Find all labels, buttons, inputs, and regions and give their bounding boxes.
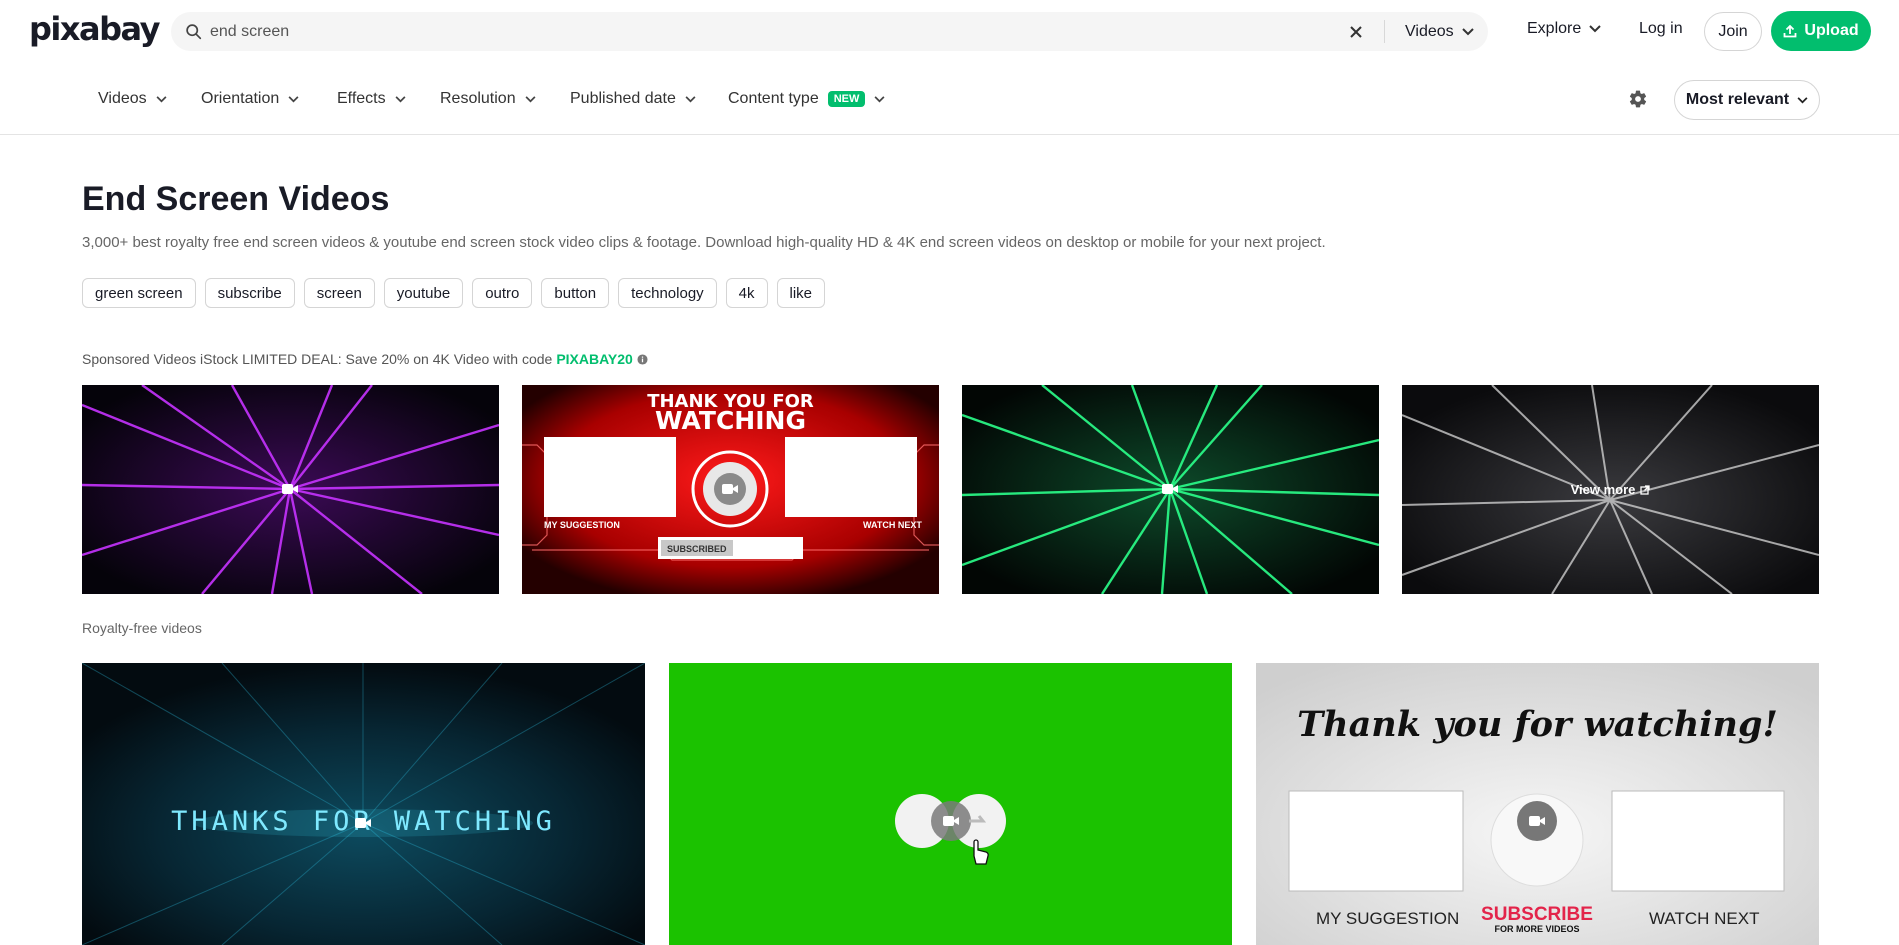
chevron-down-icon — [1589, 25, 1601, 33]
top-header: pixabay Videos Explore Log in Join Uploa… — [0, 0, 1899, 62]
chevron-down-icon — [1797, 97, 1808, 104]
sponsored-video-thumb[interactable] — [962, 385, 1379, 594]
filter-orientation[interactable]: Orientation — [201, 90, 299, 108]
chevron-down-icon — [525, 96, 536, 103]
new-badge: NEW — [828, 91, 866, 107]
page-title: End Screen Videos — [82, 180, 389, 219]
filter-label: Published date — [570, 90, 676, 108]
search-icon — [185, 23, 202, 40]
watch-next-label: WATCH NEXT — [863, 520, 922, 530]
promo-code[interactable]: PIXABAY20 — [556, 351, 633, 367]
chevron-down-icon — [685, 96, 696, 103]
join-button[interactable]: Join — [1704, 12, 1762, 51]
info-icon[interactable] — [637, 354, 648, 365]
filter-effects[interactable]: Effects — [337, 90, 406, 108]
video-thumb[interactable]: Thank you for watching! MY SUGGESTION SU… — [1256, 663, 1819, 945]
chevron-down-icon — [395, 96, 406, 103]
tag-chip[interactable]: subscribe — [205, 278, 295, 308]
sponsored-text: Sponsored Videos iStock LIMITED DEAL: Sa… — [82, 351, 552, 367]
tag-chip[interactable]: technology — [618, 278, 717, 308]
sponsored-banner: Sponsored Videos iStock LIMITED DEAL: Sa… — [82, 351, 648, 367]
close-icon[interactable] — [1347, 23, 1365, 41]
tag-chip[interactable]: like — [777, 278, 826, 308]
video-thumb[interactable]: THANKS FOR WATCHING — [82, 663, 645, 945]
green-screen-buttons — [669, 663, 1232, 945]
view-more-link[interactable]: View more — [1402, 385, 1819, 594]
my-suggestion-label: MY SUGGESTION — [1316, 909, 1459, 929]
tag-chip[interactable]: green screen — [82, 278, 196, 308]
chevron-down-icon — [288, 96, 299, 103]
neon-tunnel-background — [82, 663, 645, 945]
thank-you-title: Thank you for watching! — [1256, 704, 1819, 745]
search-divider — [1384, 20, 1385, 43]
filter-published-date[interactable]: Published date — [570, 90, 696, 108]
upload-label: Upload — [1804, 22, 1858, 40]
explore-label: Explore — [1527, 20, 1581, 38]
filter-label: Resolution — [440, 90, 516, 108]
tag-chip[interactable]: screen — [304, 278, 375, 308]
video-camera-icon — [1162, 482, 1178, 496]
my-suggestion-label: MY SUGGESTION — [544, 520, 620, 530]
explore-menu[interactable]: Explore — [1527, 20, 1601, 38]
watch-next-label: WATCH NEXT — [1649, 909, 1760, 929]
end-screen-title-line2: WATCHING — [522, 406, 939, 435]
sponsored-video-thumb[interactable]: THANK YOU FOR WATCHING MY SUGGESTION WAT… — [522, 385, 939, 594]
search-input[interactable] — [210, 12, 1260, 51]
tag-chip[interactable]: 4k — [726, 278, 768, 308]
filter-bar: Videos Orientation Effects Resolution Pu… — [0, 62, 1899, 135]
subscribe-label: SUBSCRIBE — [1467, 904, 1607, 926]
sort-dropdown[interactable]: Most relevant — [1674, 80, 1820, 120]
filter-label: Effects — [337, 90, 386, 108]
video-camera-icon — [943, 814, 959, 828]
upload-icon — [1783, 24, 1797, 38]
page-description: 3,000+ best royalty free end screen vide… — [82, 234, 1326, 251]
login-link[interactable]: Log in — [1639, 20, 1683, 38]
tag-chip[interactable]: button — [541, 278, 609, 308]
tag-chip[interactable]: youtube — [384, 278, 463, 308]
subscribe-sub-label: FOR MORE VIDEOS — [1467, 924, 1607, 934]
search-type-label: Videos — [1405, 23, 1454, 41]
filter-label: Orientation — [201, 90, 279, 108]
search-type-dropdown[interactable]: Videos — [1405, 12, 1474, 51]
royalty-free-label: Royalty-free videos — [82, 620, 202, 636]
chevron-down-icon — [156, 96, 167, 103]
chevron-down-icon — [1462, 28, 1474, 36]
filter-videos[interactable]: Videos — [98, 90, 167, 108]
search-bar: Videos — [171, 12, 1488, 51]
filter-label: Content type — [728, 90, 819, 108]
filter-resolution[interactable]: Resolution — [440, 90, 536, 108]
video-camera-icon — [355, 816, 371, 830]
video-camera-icon — [1529, 814, 1545, 828]
video-camera-icon — [722, 482, 738, 496]
filter-label: Videos — [98, 90, 147, 108]
video-thumb[interactable] — [669, 663, 1232, 945]
sort-label: Most relevant — [1686, 91, 1789, 109]
gear-icon[interactable] — [1628, 89, 1648, 109]
subscribed-label: SUBSCRIBED — [667, 544, 727, 554]
upload-button[interactable]: Upload — [1771, 11, 1871, 51]
chevron-down-icon — [874, 96, 885, 103]
view-more-label: View more — [1571, 482, 1636, 497]
tag-chip[interactable]: outro — [472, 278, 532, 308]
external-link-icon — [1640, 485, 1650, 495]
sponsored-video-thumb[interactable] — [82, 385, 499, 594]
pixabay-logo[interactable]: pixabay — [29, 10, 159, 48]
view-more-thumb[interactable]: View more — [1402, 385, 1819, 594]
related-tags: green screen subscribe screen youtube ou… — [82, 278, 825, 308]
video-camera-icon — [282, 482, 298, 496]
filter-content-type[interactable]: Content type NEW — [728, 90, 885, 108]
